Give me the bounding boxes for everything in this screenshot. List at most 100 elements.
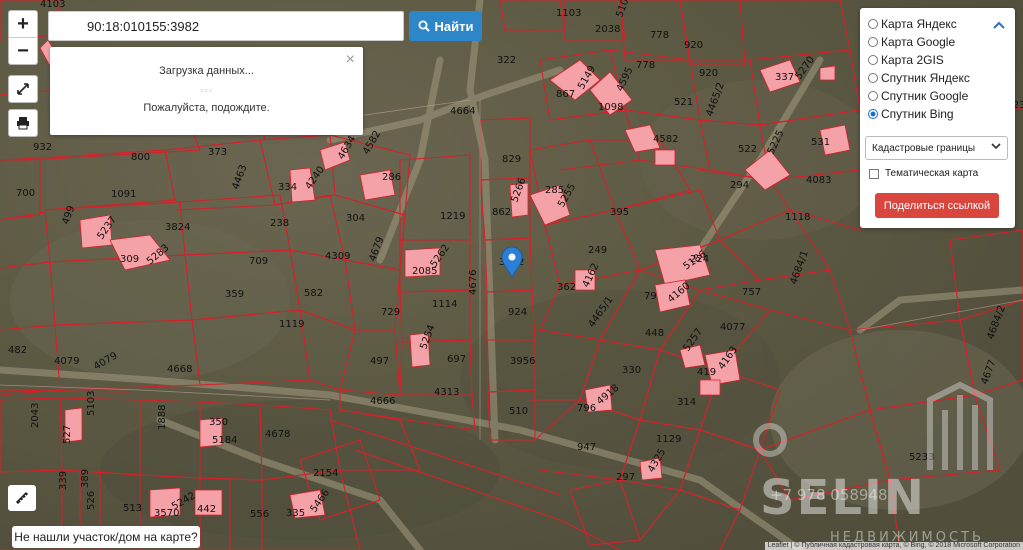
plot-number-label[interactable]: 526 — [86, 491, 97, 510]
plot-number-label[interactable]: 513 — [123, 503, 142, 514]
plot-number-label[interactable]: 1118 — [785, 212, 810, 223]
plot-number-label[interactable]: 2038 — [595, 24, 620, 35]
plot-number-label[interactable]: 920 — [699, 68, 718, 79]
plot-number-label[interactable]: 522 — [738, 144, 757, 155]
radio-selected-icon[interactable] — [868, 109, 878, 119]
plot-number-label[interactable]: 3956 — [510, 356, 535, 367]
plot-number-label[interactable]: 4103 — [40, 0, 65, 10]
plot-number-label[interactable]: 4083 — [806, 175, 831, 186]
plot-number-label[interactable]: 924 — [508, 307, 527, 318]
plot-number-label[interactable]: 294 — [730, 180, 749, 191]
plot-number-label[interactable]: 3824 — [165, 222, 190, 233]
plot-number-label[interactable]: 800 — [131, 152, 150, 163]
plot-number-label[interactable]: 778 — [636, 60, 655, 71]
checkbox-icon[interactable] — [869, 168, 879, 179]
plot-number-label[interactable]: 5103 — [86, 391, 97, 416]
plot-number-label[interactable]: 4668 — [167, 364, 192, 375]
fullscreen-button[interactable] — [8, 75, 38, 103]
plot-number-label[interactable]: 4676 — [468, 270, 479, 295]
not-found-link[interactable]: Не нашли участок/дом на карте? — [12, 526, 200, 548]
plot-number-label[interactable]: 527 — [62, 425, 73, 444]
plot-number-label[interactable]: 5184 — [212, 435, 237, 446]
radio-icon[interactable] — [868, 55, 878, 65]
plot-number-label[interactable]: 4313 — [434, 387, 459, 398]
plot-number-label[interactable]: 4309 — [325, 251, 350, 262]
radio-icon[interactable] — [868, 19, 878, 29]
plot-number-label[interactable]: 920 — [684, 40, 703, 51]
chevron-up-icon[interactable] — [993, 18, 1005, 32]
radio-icon[interactable] — [868, 73, 878, 83]
plot-number-label[interactable]: 932 — [33, 142, 52, 153]
plot-number-label[interactable]: 334 — [278, 182, 297, 193]
plot-number-label[interactable]: 582 — [304, 288, 323, 299]
plot-number-label[interactable]: 314 — [677, 397, 696, 408]
plot-number-label[interactable]: 867 — [556, 89, 575, 100]
plot-number-label[interactable]: 350 — [209, 417, 228, 428]
plot-number-label[interactable]: 556 — [250, 509, 269, 520]
radio-icon[interactable] — [868, 91, 878, 101]
plot-number-label[interactable]: 238 — [270, 218, 289, 229]
plot-number-label[interactable]: 359 — [225, 289, 244, 300]
plot-number-label[interactable]: 521 — [674, 97, 693, 108]
plot-number-label[interactable]: 249 — [588, 245, 607, 256]
plot-number-label[interactable]: 1119 — [279, 319, 304, 330]
plot-number-label[interactable]: 304 — [346, 213, 365, 224]
plot-number-label[interactable]: 339 — [58, 471, 69, 490]
plot-number-label[interactable]: 1098 — [598, 102, 623, 113]
plot-number-label[interactable]: 4079 — [54, 356, 79, 367]
plot-number-label[interactable]: 395 — [610, 207, 629, 218]
plot-number-label[interactable]: 510 — [509, 406, 528, 417]
plot-number-label[interactable]: 4582 — [653, 134, 678, 145]
plot-number-label[interactable]: 335 — [286, 508, 305, 519]
measure-button[interactable] — [8, 485, 36, 511]
layer-option-0[interactable]: Карта Яндекс — [868, 17, 957, 31]
plot-number-label[interactable]: 4666 — [370, 396, 395, 407]
radio-icon[interactable] — [868, 37, 878, 47]
layer-option-3[interactable]: Спутник Яндекс — [868, 71, 970, 85]
plot-number-label[interactable]: 497 — [370, 356, 389, 367]
zoom-in-button[interactable]: + — [9, 11, 37, 38]
plot-number-label[interactable]: 337 — [775, 72, 794, 83]
plot-number-label[interactable]: 448 — [645, 328, 664, 339]
plot-number-label[interactable]: 531 — [811, 137, 830, 148]
plot-number-label[interactable]: 309 — [120, 254, 139, 265]
plot-number-label[interactable]: 4077 — [720, 322, 745, 333]
plot-number-label[interactable]: 2154 — [313, 468, 338, 479]
plot-number-label[interactable]: 1091 — [111, 189, 136, 200]
layer-option-5[interactable]: Спутник Bing — [868, 107, 954, 121]
plot-number-label[interactable]: 796 — [577, 403, 596, 414]
plot-number-label[interactable]: 389 — [80, 469, 91, 488]
plot-number-label[interactable]: 778 — [650, 30, 669, 41]
close-icon[interactable]: × — [346, 51, 355, 69]
plot-number-label[interactable]: 4664 — [450, 106, 475, 117]
plot-number-label[interactable]: 1114 — [432, 299, 457, 310]
plot-number-label[interactable]: 757 — [742, 287, 761, 298]
plot-number-label[interactable]: 947 — [577, 442, 596, 453]
plot-number-label[interactable]: 2043 — [30, 403, 41, 428]
plot-number-label[interactable]: 330 — [622, 365, 641, 376]
thematic-map-checkbox[interactable]: Тематическая карта — [869, 168, 978, 179]
plot-number-label[interactable]: 373 — [208, 147, 227, 158]
plot-number-label[interactable]: 829 — [502, 154, 521, 165]
plot-number-label[interactable]: 1888 — [157, 405, 168, 430]
plot-number-label[interactable]: 482 — [8, 345, 27, 356]
layer-option-4[interactable]: Спутник Google — [868, 89, 968, 103]
plot-number-label[interactable]: 862 — [492, 207, 511, 218]
map-attribution[interactable]: Leaflet | © Публичная кадастровая карта,… — [764, 542, 1023, 550]
search-button[interactable]: Найти — [409, 11, 482, 41]
plot-number-label[interactable]: 1219 — [440, 211, 465, 222]
plot-number-label[interactable]: 697 — [447, 354, 466, 365]
search-input[interactable] — [48, 11, 404, 41]
plot-number-label[interactable]: 442 — [197, 504, 216, 515]
plot-number-label[interactable]: 729 — [381, 307, 400, 318]
plot-number-label[interactable]: 322 — [497, 55, 516, 66]
layer-option-1[interactable]: Карта Google — [868, 35, 955, 49]
plot-number-label[interactable]: 1129 — [656, 434, 681, 445]
plot-number-label[interactable]: 286 — [382, 172, 401, 183]
print-button[interactable] — [8, 109, 38, 137]
plot-number-label[interactable]: 709 — [249, 256, 268, 267]
plot-number-label[interactable]: 79 — [644, 291, 657, 302]
plot-number-label[interactable]: 1103 — [556, 8, 581, 19]
plot-number-label[interactable]: 700 — [16, 188, 35, 199]
plot-number-label[interactable]: 4678 — [265, 429, 290, 440]
